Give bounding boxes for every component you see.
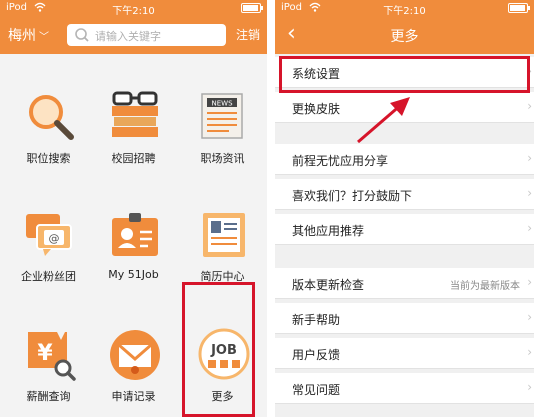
status-bar: iPod 下午2:10	[275, 0, 534, 17]
battery-icon	[508, 3, 530, 13]
settings-item-label: 版本更新检查	[292, 278, 365, 292]
search-input[interactable]: 请输入关键字	[67, 24, 226, 46]
home-screen: iPod 下午2:10 梅州 ﹀ 请输入关键字 注销 职位搜索 校园招聘 NEW…	[0, 0, 267, 417]
settings-item-rate-us[interactable]: 喜欢我们？打分鼓励下 ›	[275, 179, 534, 210]
grid-item-campus-recruit[interactable]: 校园招聘	[89, 54, 178, 174]
settings-item-label: 用户反馈	[292, 348, 341, 362]
battery-icon	[241, 3, 263, 13]
settings-item-faq[interactable]: 常见问题 ›	[275, 373, 534, 404]
grid-item-label: 申请记录	[111, 390, 156, 403]
settings-item-label: 常见问题	[292, 383, 341, 397]
grid-item-label: 职场资讯	[200, 152, 245, 165]
settings-item-feedback[interactable]: 用户反馈 ›	[275, 338, 534, 369]
settings-item-label: 更换皮肤	[292, 102, 341, 116]
svg-text:@: @	[49, 232, 60, 245]
settings-item-label: 前程无忧应用分享	[292, 154, 389, 168]
status-bar: iPod 下午2:10	[0, 0, 267, 17]
grid-item-my-51job[interactable]: My 51Job	[89, 172, 178, 292]
more-screen: iPod 下午2:10 ‹ 更多 系统设置 › 更换皮肤 › 前程无忧应用分享 …	[275, 0, 534, 417]
chat-bubbles-icon: @	[26, 214, 72, 256]
grid-item-salary-query[interactable]: ¥ 薪酬查询	[4, 292, 93, 412]
grid-item-label: 校园招聘	[111, 152, 156, 165]
chevron-right-icon: ›	[527, 345, 532, 359]
top-nav: 梅州 ﹀ 请输入关键字 注销	[0, 16, 267, 54]
status-time: 下午2:10	[112, 6, 155, 17]
newspaper-icon: NEWS	[201, 93, 243, 139]
top-nav: ‹ 更多	[275, 16, 534, 54]
resume-icon	[203, 213, 245, 257]
settings-item-label: 其他应用推荐	[292, 224, 365, 238]
chevron-right-icon: ›	[527, 186, 532, 200]
grid-item-application-records[interactable]: 申请记录	[89, 292, 178, 412]
chevron-right-icon: ›	[527, 221, 532, 235]
envelope-icon	[110, 330, 160, 380]
more-highlight-box	[182, 282, 255, 417]
settings-item-share-app[interactable]: 前程无忧应用分享 ›	[275, 144, 534, 175]
svg-text:NEWS: NEWS	[211, 100, 233, 108]
salary-icon: ¥	[28, 332, 76, 381]
grid-item-label: My 51Job	[108, 268, 159, 281]
chevron-down-icon: ﹀	[39, 32, 49, 43]
grid-item-career-news[interactable]: NEWS 职场资讯	[178, 54, 267, 174]
logout-button[interactable]: 注销	[236, 26, 260, 43]
chevron-right-icon: ›	[527, 275, 532, 289]
grid-item-label: 职位搜索	[26, 152, 71, 165]
search-icon	[75, 28, 89, 42]
chevron-right-icon: ›	[527, 310, 532, 324]
settings-item-label: 新手帮助	[292, 313, 341, 327]
status-time: 下午2:10	[383, 6, 426, 17]
search-placeholder: 请输入关键字	[95, 30, 161, 43]
city-label: 梅州	[8, 28, 36, 44]
version-status: 当前为最新版本	[450, 281, 520, 292]
chevron-right-icon: ›	[527, 99, 532, 113]
settings-item-beginner-help[interactable]: 新手帮助 ›	[275, 303, 534, 334]
settings-item-other-apps[interactable]: 其他应用推荐 ›	[275, 214, 534, 245]
grid-item-fan-club[interactable]: @ 企业粉丝团	[4, 172, 93, 292]
grid-item-resume-center[interactable]: 简历中心	[178, 172, 267, 292]
city-selector[interactable]: 梅州 ﹀	[8, 25, 49, 45]
settings-item-version-check[interactable]: 版本更新检查 当前为最新版本 ›	[275, 268, 534, 299]
settings-item-label: 喜欢我们？打分鼓励下	[292, 189, 413, 203]
chevron-right-icon: ›	[527, 380, 532, 394]
id-badge-icon	[112, 213, 158, 256]
system-settings-highlight-box	[279, 56, 530, 93]
chevron-right-icon: ›	[527, 151, 532, 165]
grid-item-label: 企业粉丝团	[21, 270, 76, 283]
page-title: 更多	[390, 29, 419, 45]
pointer-arrow-icon	[357, 97, 410, 144]
svg-text:¥: ¥	[37, 341, 53, 366]
grid-item-job-search[interactable]: 职位搜索	[4, 54, 93, 174]
magnifier-icon	[29, 95, 74, 140]
books-glasses-icon	[112, 91, 158, 137]
grid-item-label: 薪酬查询	[26, 390, 71, 403]
